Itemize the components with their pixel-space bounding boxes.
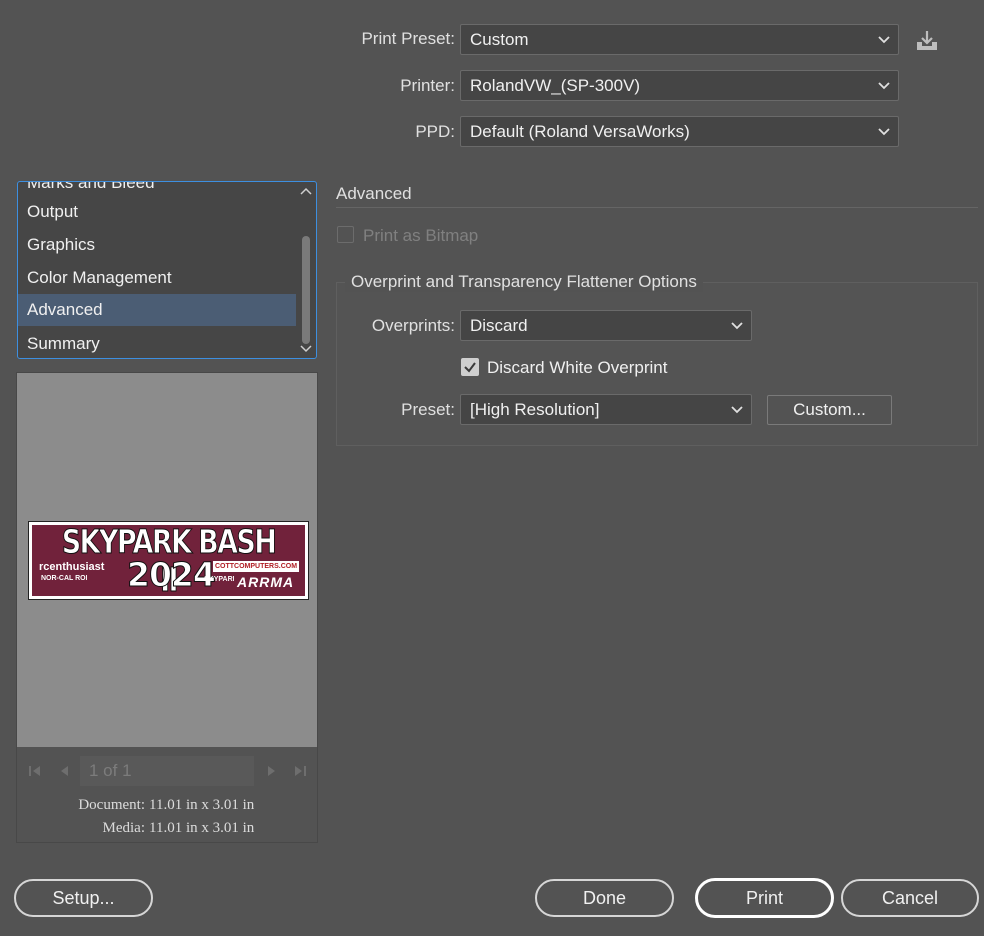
first-page-icon[interactable] bbox=[26, 762, 44, 780]
sidebar-item-output[interactable]: Output bbox=[18, 196, 296, 228]
artwork-sponsor-right: COTTCOMPUTERS.COM bbox=[213, 561, 299, 572]
flattener-preset-value: [High Resolution] bbox=[470, 399, 600, 419]
section-divider bbox=[336, 207, 978, 208]
document-size-value: 11.01 in x 3.01 in bbox=[149, 797, 255, 813]
chevron-down-icon bbox=[870, 25, 898, 54]
sidebar-item-summary[interactable]: Summary bbox=[18, 328, 296, 358]
artwork-logo-bottom-right: ARRMA bbox=[237, 574, 295, 590]
done-button[interactable]: Done bbox=[535, 879, 674, 917]
ppd-value: Default (Roland VersaWorks) bbox=[470, 121, 690, 141]
ppd-dropdown[interactable]: Default (Roland VersaWorks) bbox=[460, 116, 899, 147]
overprints-dropdown[interactable]: Discard bbox=[460, 310, 752, 341]
scroll-down-icon bbox=[300, 345, 312, 353]
sidebar-item-color-management[interactable]: Color Management bbox=[18, 262, 296, 294]
printer-value: RolandVW_(SP-300V) bbox=[470, 75, 641, 95]
chevron-down-icon bbox=[723, 395, 751, 424]
section-title: Advanced bbox=[336, 184, 412, 203]
printer-label: Printer: bbox=[400, 76, 455, 95]
last-page-icon[interactable] bbox=[291, 762, 309, 780]
artwork-year: 2024 bbox=[127, 555, 217, 594]
print-preset-label: Print Preset: bbox=[361, 29, 455, 48]
chevron-down-icon bbox=[870, 71, 898, 100]
print-as-bitmap-label: Print as Bitmap bbox=[363, 226, 479, 245]
media-size-value: 11.01 in x 3.01 in bbox=[149, 820, 255, 836]
sidebar-item-graphics[interactable]: Graphics bbox=[18, 229, 296, 261]
section-list[interactable]: Marks and Bleed Output Graphics Color Ma… bbox=[17, 181, 317, 359]
custom-flattener-button[interactable]: Custom... bbox=[767, 395, 892, 425]
checkmark-icon bbox=[464, 362, 476, 373]
sidebar-item-advanced[interactable]: Advanced bbox=[18, 294, 296, 326]
scroll-up-icon bbox=[300, 187, 312, 195]
setup-button[interactable]: Setup... bbox=[14, 879, 153, 917]
print-button[interactable]: Print bbox=[695, 878, 834, 918]
print-preset-dropdown[interactable]: Custom bbox=[460, 24, 899, 55]
group-title: Overprint and Transparency Flattener Opt… bbox=[345, 272, 703, 292]
discard-white-overprint-label: Discard White Overprint bbox=[487, 358, 668, 377]
artwork-logo-bottom-mid: SKYPARK bbox=[204, 576, 234, 583]
print-as-bitmap-checkbox[interactable] bbox=[337, 226, 354, 243]
overprints-label: Overprints: bbox=[371, 316, 455, 335]
flattener-preset-dropdown[interactable]: [High Resolution] bbox=[460, 394, 752, 425]
flattener-preset-label: Preset: bbox=[401, 400, 455, 419]
artwork-sponsor-left: rcenthusiast bbox=[39, 561, 105, 573]
download-tray-icon[interactable] bbox=[914, 29, 940, 53]
ppd-label: PPD: bbox=[415, 122, 455, 141]
media-size-label: Media: bbox=[102, 820, 146, 836]
printer-dropdown[interactable]: RolandVW_(SP-300V) bbox=[460, 70, 899, 101]
artwork-logo-bottom-left: NOR-CAL RODDERS bbox=[41, 575, 87, 582]
document-size-label: Document: bbox=[78, 797, 145, 813]
artwork-preview: SKYPARK BASH II 2024 rcenthusiast COTTCO… bbox=[28, 521, 309, 600]
cancel-button[interactable]: Cancel bbox=[841, 879, 979, 917]
chevron-down-icon bbox=[870, 117, 898, 146]
previous-page-icon[interactable] bbox=[56, 762, 74, 780]
next-page-icon[interactable] bbox=[262, 762, 280, 780]
print-preset-value: Custom bbox=[470, 29, 529, 49]
discard-white-overprint-checkbox[interactable] bbox=[461, 358, 479, 376]
section-list-scrollbar[interactable] bbox=[298, 184, 314, 356]
chevron-down-icon bbox=[723, 311, 751, 340]
page-number-field[interactable]: 1 of 1 bbox=[80, 756, 254, 786]
scroll-thumb bbox=[302, 236, 310, 344]
overprints-value: Discard bbox=[470, 315, 528, 335]
